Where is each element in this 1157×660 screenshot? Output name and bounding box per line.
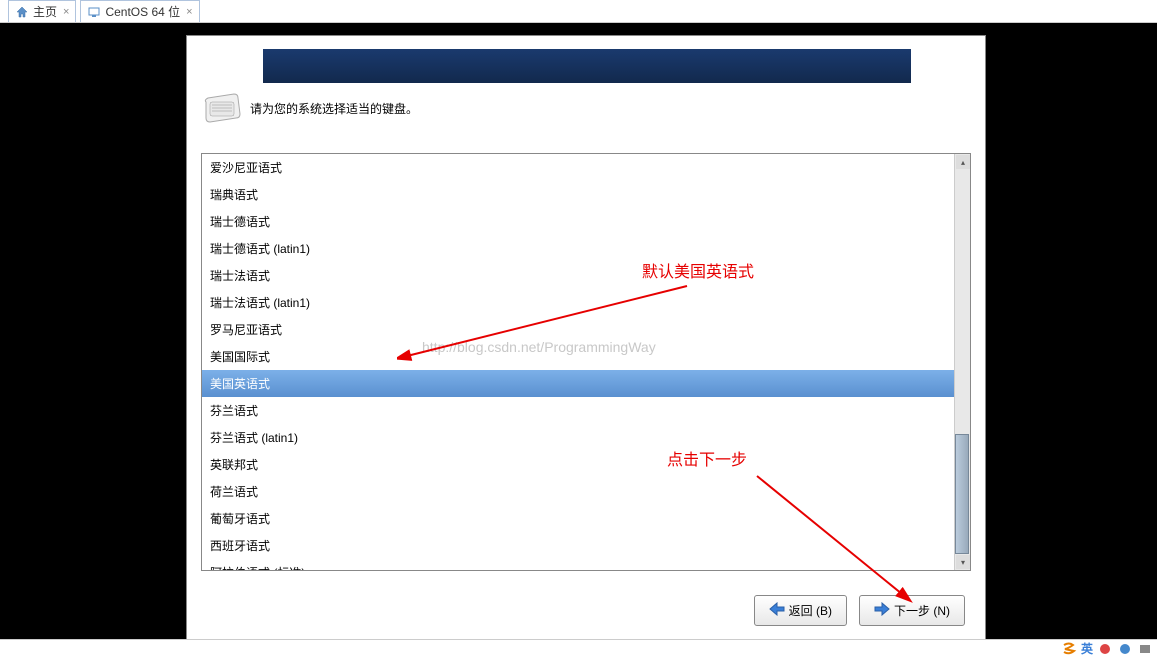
- back-label: 返回 (B): [789, 602, 832, 619]
- nav-button-row: 返回 (B) 下一步 (N): [754, 595, 965, 626]
- tab-home[interactable]: 主页 ×: [8, 0, 76, 22]
- list-item[interactable]: 西班牙语式: [202, 532, 956, 559]
- list-item[interactable]: 瑞士法语式 (latin1): [202, 289, 956, 316]
- close-icon[interactable]: ×: [186, 6, 192, 18]
- list-item[interactable]: 英联邦式: [202, 451, 956, 478]
- tab-centos[interactable]: CentOS 64 位 ×: [80, 0, 199, 22]
- list-item[interactable]: 美国国际式: [202, 343, 956, 370]
- list-item[interactable]: 芬兰语式 (latin1): [202, 424, 956, 451]
- back-button[interactable]: 返回 (B): [754, 595, 847, 626]
- tab-label: 主页: [33, 3, 57, 20]
- next-button[interactable]: 下一步 (N): [859, 595, 965, 626]
- ime-indicator[interactable]: 英: [1081, 640, 1093, 657]
- keyboard-list: 爱沙尼亚语式瑞典语式瑞士德语式瑞士德语式 (latin1)瑞士法语式瑞士法语式 …: [201, 153, 971, 571]
- next-label: 下一步 (N): [894, 602, 950, 619]
- list-item[interactable]: 瑞士法语式: [202, 262, 956, 289]
- arrow-right-icon: [874, 602, 890, 619]
- arrow-left-icon: [769, 602, 785, 619]
- installer-window: 请为您的系统选择适当的键盘。 爱沙尼亚语式瑞典语式瑞士德语式瑞士德语式 (lat…: [186, 35, 986, 643]
- keyboard-icon: [202, 92, 242, 124]
- home-icon: [15, 5, 29, 19]
- list-item[interactable]: 美国英语式: [202, 370, 956, 397]
- scrollbar[interactable]: ▴ ▾: [954, 154, 970, 570]
- tab-label: CentOS 64 位: [105, 3, 180, 20]
- list-item[interactable]: 爱沙尼亚语式: [202, 154, 956, 181]
- scroll-thumb[interactable]: [955, 434, 969, 554]
- header-banner: [263, 49, 911, 83]
- close-icon[interactable]: ×: [63, 6, 69, 18]
- list-item[interactable]: 葡萄牙语式: [202, 505, 956, 532]
- list-item[interactable]: 罗马尼亚语式: [202, 316, 956, 343]
- vm-icon: [87, 5, 101, 19]
- list-item[interactable]: 荷兰语式: [202, 478, 956, 505]
- list-item[interactable]: 芬兰语式: [202, 397, 956, 424]
- list-item[interactable]: 瑞士德语式: [202, 208, 956, 235]
- scroll-up-icon[interactable]: ▴: [956, 155, 970, 169]
- status-tray: 英: [1061, 640, 1153, 657]
- list-item[interactable]: 瑞典语式: [202, 181, 956, 208]
- tray-icon[interactable]: [1097, 641, 1113, 657]
- status-bar: 英: [0, 639, 1157, 659]
- list-item[interactable]: 瑞士德语式 (latin1): [202, 235, 956, 262]
- prompt-text: 请为您的系统选择适当的键盘。: [250, 100, 418, 117]
- tray-s-icon[interactable]: [1061, 641, 1077, 657]
- prompt-row: 请为您的系统选择适当的键盘。: [202, 92, 418, 124]
- tray-icon[interactable]: [1117, 641, 1133, 657]
- scroll-down-icon[interactable]: ▾: [956, 555, 970, 569]
- list-item[interactable]: 阿拉伯语式 (标准): [202, 559, 956, 570]
- tray-icon[interactable]: [1137, 641, 1153, 657]
- tab-bar: 主页 × CentOS 64 位 ×: [0, 0, 1157, 23]
